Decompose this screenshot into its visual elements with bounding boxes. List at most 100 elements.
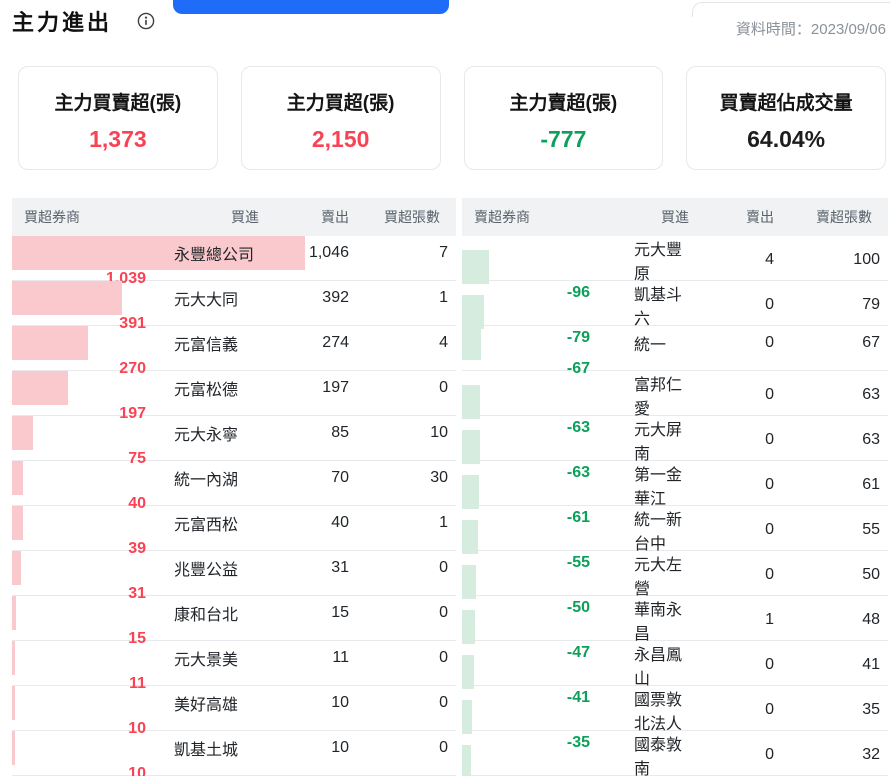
column-header-sell: 賣出 <box>697 207 782 227</box>
card-value: -777 <box>465 126 663 153</box>
buy-volume-bar <box>12 416 33 450</box>
buy-volume: 10 <box>267 739 357 757</box>
card-label: 主力買賣超(張) <box>19 88 217 115</box>
sell-volume: 48 <box>782 611 888 629</box>
net-volume: -61 <box>462 509 622 527</box>
broker-name: 第一金華江 <box>622 461 697 509</box>
net-volume: -41 <box>462 689 622 707</box>
net-volume: 40 <box>12 495 162 513</box>
broker-name: 康和台北 <box>162 601 267 625</box>
buy-volume: 0 <box>697 431 782 449</box>
sell-volume-bar <box>462 295 484 329</box>
page-title: 主力進出 <box>12 5 112 37</box>
column-header-net: 買超張數 <box>357 207 456 227</box>
buy-volume: 85 <box>267 424 357 442</box>
sell-brokers-table: 賣超券商 買進 賣出 賣超張數 元大豐原4100-96凱基斗六079-79統一0… <box>462 198 888 776</box>
sell-volume: 35 <box>782 701 888 719</box>
sell-volume: 10 <box>357 424 456 442</box>
sell-volume: 67 <box>782 334 888 352</box>
net-volume: 15 <box>12 630 162 648</box>
sell-volume-bar <box>462 655 474 689</box>
buy-volume: 0 <box>697 746 782 764</box>
broker-name: 凱基斗六 <box>622 281 697 329</box>
broker-name: 元富信義 <box>162 331 267 355</box>
buy-volume: 0 <box>697 701 782 719</box>
sell-volume: 0 <box>357 604 456 622</box>
sell-volume: 63 <box>782 386 888 404</box>
broker-name: 統一新台中 <box>622 506 697 554</box>
column-header-net: 賣超張數 <box>782 207 888 227</box>
sell-volume-bar <box>462 700 472 734</box>
summary-card-sell: 主力賣超(張) -777 <box>464 66 664 170</box>
broker-name: 元大豐原 <box>622 236 697 284</box>
column-header-sell: 賣出 <box>267 207 357 227</box>
net-volume: -67 <box>462 360 622 378</box>
broker-name: 元大景美 <box>162 646 267 670</box>
net-volume: -35 <box>462 734 622 752</box>
buy-volume-bar <box>12 596 16 630</box>
net-volume: -55 <box>462 554 622 572</box>
card-value: 64.04% <box>687 126 885 153</box>
net-volume: 75 <box>12 450 162 468</box>
net-volume: 39 <box>12 540 162 558</box>
sell-table-body: 元大豐原4100-96凱基斗六079-79統一067-67富邦仁愛063-63元… <box>462 236 888 776</box>
buy-volume: 0 <box>697 334 782 352</box>
summary-card-ratio: 買賣超佔成交量 64.04% <box>686 66 886 170</box>
table-row: 元大豐原4100-96 <box>462 236 888 281</box>
column-header-buy: 買進 <box>162 207 267 227</box>
broker-tables: 買超券商 買進 賣出 買超張數 永豐總公司1,04671,039元大大同3921… <box>12 198 888 776</box>
broker-name: 元富西松 <box>162 511 267 535</box>
buy-volume: 0 <box>697 566 782 584</box>
buy-table-body: 永豐總公司1,04671,039元大大同3921391元富信義2744270元富… <box>12 236 456 776</box>
net-volume: -47 <box>462 644 622 662</box>
summary-card-net: 主力買賣超(張) 1,373 <box>18 66 218 170</box>
broker-name: 統一 <box>622 331 697 355</box>
sell-volume-bar <box>462 565 476 599</box>
sell-table-header: 賣超券商 買進 賣出 賣超張數 <box>462 198 888 236</box>
sell-volume: 1 <box>357 514 456 532</box>
sell-volume: 61 <box>782 476 888 494</box>
net-volume: 10 <box>12 765 162 776</box>
buy-volume-bar <box>12 731 15 765</box>
card-value: 1,373 <box>19 126 217 153</box>
net-volume: -63 <box>462 419 622 437</box>
buy-volume-bar <box>12 371 68 405</box>
summary-cards: 主力買賣超(張) 1,373 主力買超(張) 2,150 主力賣超(張) -77… <box>18 66 886 170</box>
top-bar: 主力進出 資料時間：2023/09/06 <box>0 0 890 46</box>
buy-volume: 1 <box>697 611 782 629</box>
column-header-buy: 買進 <box>622 207 697 227</box>
sell-volume: 0 <box>357 649 456 667</box>
net-volume: -50 <box>462 599 622 617</box>
broker-name: 凱基土城 <box>162 736 267 760</box>
buy-volume: 4 <box>697 251 782 269</box>
sell-volume-bar <box>462 475 479 509</box>
broker-name: 統一內湖 <box>162 466 267 490</box>
broker-name: 元富松德 <box>162 376 267 400</box>
sell-volume: 0 <box>357 739 456 757</box>
sell-volume-bar <box>462 610 475 644</box>
sell-volume: 1 <box>357 289 456 307</box>
broker-name: 兆豐公益 <box>162 556 267 580</box>
card-label: 主力賣超(張) <box>465 88 663 115</box>
net-volume: -63 <box>462 464 622 482</box>
net-volume: 11 <box>12 675 162 693</box>
buy-volume-bar <box>12 641 15 675</box>
sell-volume-bar <box>462 430 480 464</box>
buy-volume: 1,046 <box>267 244 357 262</box>
buy-volume-bar <box>12 551 21 585</box>
buy-volume: 70 <box>267 469 357 487</box>
highlight-pill-button[interactable] <box>173 0 449 14</box>
sell-volume-bar <box>462 326 481 360</box>
sell-volume-bar <box>462 745 471 776</box>
broker-name: 國票敦北法人 <box>622 686 697 734</box>
buy-volume: 0 <box>697 521 782 539</box>
sell-volume: 100 <box>782 251 888 269</box>
summary-card-buy: 主力買超(張) 2,150 <box>241 66 441 170</box>
sell-volume: 41 <box>782 656 888 674</box>
buy-volume: 11 <box>267 649 357 667</box>
net-volume: -79 <box>462 329 622 347</box>
buy-table-header: 買超券商 買進 賣出 買超張數 <box>12 198 456 236</box>
sell-volume: 0 <box>357 559 456 577</box>
info-icon[interactable] <box>137 12 155 30</box>
net-volume: 31 <box>12 585 162 603</box>
